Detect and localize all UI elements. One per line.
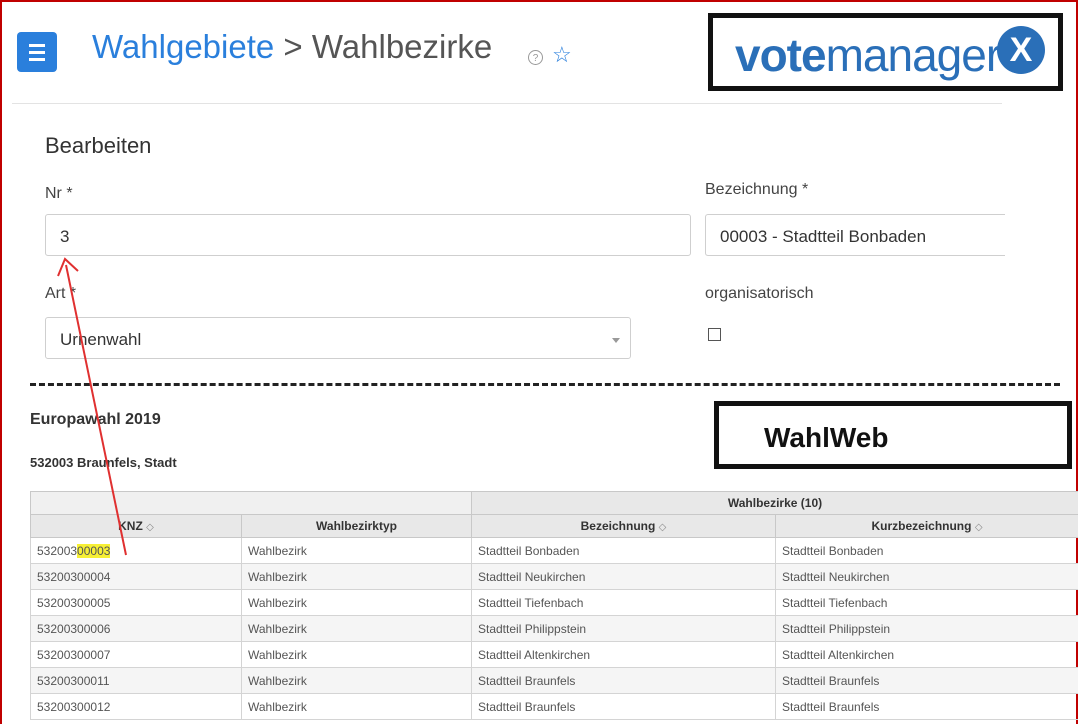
logo-text-bold: vote [735,29,827,81]
sort-icon: ◇ [146,522,154,533]
election-title: Europawahl 2019 [30,411,161,428]
knz-prefix: 53200300004 [37,569,111,584]
art-select[interactable]: Urnenwahl [45,317,631,359]
kurzbezeichnung-cell: Stadtteil Bonbaden [775,537,1078,564]
art-label: Art * [45,285,77,302]
column-header-knz-label: KNZ [118,519,143,533]
wahlbezirktyp-cell: Wahlbezirk [241,563,472,590]
wahlweb-label: WahlWeb [764,422,889,453]
wahlweb-label-box: WahlWeb [714,401,1072,469]
organisatorisch-label: organisatorisch [705,285,814,302]
nr-label: Nr * [45,185,73,202]
nr-input[interactable]: 3 [45,214,691,256]
kurzbezeichnung-cell: Stadtteil Philippstein [775,615,1078,642]
bezeichnung-cell: Stadtteil Neukirchen [471,563,776,590]
bezeichnung-label: Bezeichnung * [705,181,809,198]
table-row[interactable]: 53200300007 Wahlbezirk Stadtteil Altenkirc… [30,641,1078,668]
breadcrumb-separator: > [283,28,303,65]
votemanager-logo-box: votemanager X [708,13,1063,91]
knz-cell: 53200300011 [30,667,242,694]
column-header-typ-label: Wahlbezirktyp [316,519,397,533]
art-select-value: Urnenwahl [60,330,142,349]
bezeichnung-cell: Stadtteil Braunfels [471,693,776,720]
kurzbezeichnung-cell: Stadtteil Braunfels [775,667,1078,694]
page-title: Wahlgebiete > Wahlbezirke [92,28,492,66]
column-header-bezeichnung[interactable]: Bezeichnung ◇ [471,514,776,538]
group-header: Wahlbezirke (10) [471,491,1078,515]
kurzbezeichnung-cell: Stadtteil Tiefenbach [775,589,1078,616]
knz-cell: 53200300004 [30,563,242,590]
panel-divider [12,103,1002,104]
hamburger-menu-button[interactable] [17,32,57,72]
bezeichnung-input[interactable]: 00003 - Stadtteil Bonbaden [705,214,1005,256]
knz-cell: 53200300006 [30,615,242,642]
knz-cell: 53200300007 [30,641,242,668]
wahlbezirke-table: Wahlbezirke (10) KNZ ◇ Wahlbezirktyp Bez… [30,491,1078,720]
wahlbezirktyp-cell: Wahlbezirk [241,667,472,694]
group-header-empty [30,491,472,515]
knz-prefix: 53200300006 [37,621,111,636]
municipality-label: 532003 Braunfels, Stadt [30,455,177,470]
column-header-kurzbezeichnung[interactable]: Kurzbezeichnung ◇ [775,514,1078,538]
organisatorisch-checkbox[interactable] [708,328,721,341]
knz-prefix: 53200300011 [37,673,110,688]
column-header-wahlbezirktyp[interactable]: Wahlbezirktyp [241,514,472,538]
table-row[interactable]: 53200300003 Wahlbezirk Stadtteil Bonbaden S… [30,537,1078,564]
knz-cell: 53200300003 [30,537,242,564]
kurzbezeichnung-cell: Stadtteil Neukirchen [775,563,1078,590]
column-header-kurz-label: Kurzbezeichnung [871,519,972,533]
sort-icon: ◇ [658,522,667,533]
knz-cell: 53200300012 [30,693,242,720]
knz-prefix: 53200300005 [37,595,111,610]
table-row[interactable]: 53200300004 Wahlbezirk Stadtteil Neukirche… [30,563,1078,590]
column-header-bez-label: Bezeichnung [580,519,656,533]
breadcrumb-parent-link[interactable]: Wahlgebiete [92,28,274,65]
wahlbezirktyp-cell: Wahlbezirk [241,589,472,616]
knz-prefix: 53200300012 [37,699,111,714]
votemanager-logo: votemanager [735,28,1002,82]
hamburger-icon-bar [29,51,45,54]
breadcrumb-current: Wahlbezirke [311,28,493,65]
table-row[interactable]: 53200300011 Wahlbezirk Stadtteil Braunfels… [30,667,1078,694]
kurzbezeichnung-cell: Stadtteil Altenkirchen [775,641,1078,668]
wahlbezirktyp-cell: Wahlbezirk [241,641,472,668]
logo-x-badge: X [997,26,1045,74]
knz-cell: 53200300005 [30,589,242,616]
star-icon[interactable]: ☆ [552,44,572,66]
wahlbezirktyp-cell: Wahlbezirk [241,693,472,720]
hamburger-icon-bar [29,58,45,61]
wahlbezirktyp-cell: Wahlbezirk [241,615,472,642]
chevron-down-icon [612,338,620,343]
bezeichnung-cell: Stadtteil Altenkirchen [471,641,776,668]
section-title: Bearbeiten [45,133,152,158]
logo-text-thin: manager [825,29,1002,81]
knz-prefix: 53200300007 [37,647,111,662]
table-row[interactable]: 53200300012 Wahlbezirk Stadtteil Braunfels… [30,693,1078,720]
bezeichnung-cell: Stadtteil Tiefenbach [471,589,776,616]
table-row[interactable]: 53200300005 Wahlbezirk Stadtteil Tiefenbac… [30,589,1078,616]
wahlbezirktyp-cell: Wahlbezirk [241,537,472,564]
knz-highlight: 00003 [77,543,111,558]
bezeichnung-cell: Stadtteil Philippstein [471,615,776,642]
table-row[interactable]: 53200300006 Wahlbezirk Stadtteil Philippst… [30,615,1078,642]
sort-icon: ◇ [974,522,983,533]
dashed-separator [30,383,1060,386]
help-icon[interactable]: ? [528,50,543,65]
bezeichnung-cell: Stadtteil Braunfels [471,667,776,694]
bezeichnung-cell: Stadtteil Bonbaden [471,537,776,564]
knz-prefix: 532003 [37,543,78,558]
hamburger-icon [29,44,45,47]
kurzbezeichnung-cell: Stadtteil Braunfels [775,693,1078,720]
column-header-knz[interactable]: KNZ ◇ [30,514,242,538]
